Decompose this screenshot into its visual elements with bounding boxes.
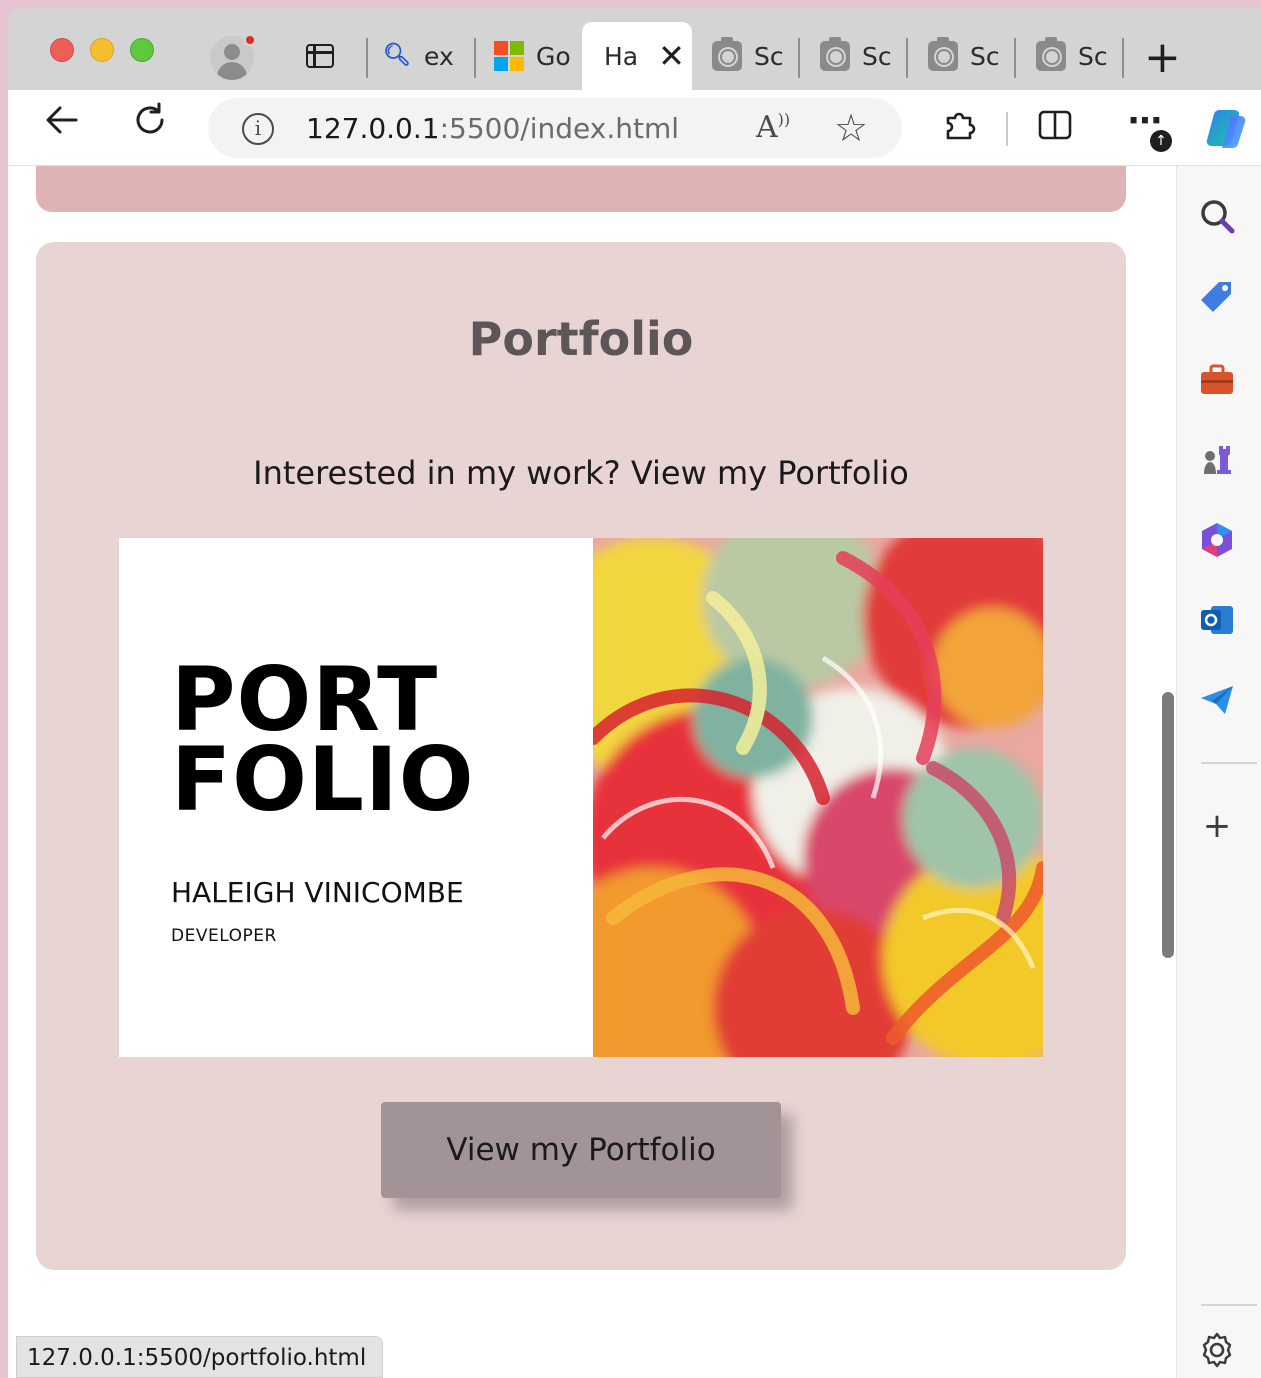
new-tab-button[interactable]: +	[1144, 36, 1181, 80]
camera-icon	[820, 37, 850, 71]
site-info-icon[interactable]: i	[242, 113, 274, 145]
address-bar[interactable]: i 127.0.0.1:5500/index.html A)) ☆	[208, 98, 902, 158]
tab-title: Sc	[754, 41, 784, 71]
camera-icon	[712, 37, 742, 71]
tab-screenshot-2[interactable]: Sc	[820, 22, 906, 90]
tab-strip: 🔍︎ ex Go Ha ✕ Sc Sc Sc Sc +	[8, 8, 1261, 90]
tab-screenshot-4[interactable]: Sc	[1036, 22, 1122, 90]
camera-icon	[928, 37, 958, 71]
page-viewport: Portfolio Interested in my work? View my…	[16, 166, 1176, 1378]
microsoft-logo-icon	[494, 41, 524, 71]
add-sidebar-app-icon[interactable]: +	[1197, 806, 1237, 846]
settings-gear-icon[interactable]	[1197, 1330, 1237, 1370]
microsoft365-icon[interactable]	[1197, 520, 1237, 560]
split-screen-icon[interactable]	[1038, 110, 1072, 147]
tab-title: Ha	[604, 41, 639, 71]
tools-briefcase-icon[interactable]	[1197, 360, 1237, 400]
tab-active[interactable]: Ha ✕	[582, 22, 692, 90]
outlook-icon[interactable]	[1197, 600, 1237, 640]
close-tab-icon[interactable]: ✕	[658, 40, 685, 72]
section-subtitle: Interested in my work? View my Portfolio	[253, 454, 909, 492]
page-scrollbar[interactable]	[1162, 692, 1174, 958]
view-portfolio-button[interactable]: View my Portfolio	[381, 1102, 781, 1198]
browser-window: 🔍︎ ex Go Ha ✕ Sc Sc Sc Sc + i 127.0.0.1:…	[8, 8, 1261, 1378]
minimize-window-button[interactable]	[90, 38, 114, 62]
address-url[interactable]: 127.0.0.1:5500/index.html	[306, 112, 679, 145]
tab-go[interactable]: Go	[494, 22, 580, 90]
portfolio-cover-image[interactable]: PORT FOLIO HALEIGH VINICOMBE DEVELOPER	[119, 538, 1043, 1057]
tab-title: Sc	[970, 41, 1000, 71]
cover-name: HALEIGH VINICOMBE	[171, 876, 464, 909]
abstract-painting	[593, 538, 1043, 1057]
section-title: Portfolio	[468, 312, 694, 366]
send-plane-icon[interactable]	[1197, 680, 1237, 720]
search-icon: 🔍︎	[383, 43, 411, 68]
tab-screenshot-1[interactable]: Sc	[712, 22, 798, 90]
favorite-star-icon[interactable]: ☆	[834, 106, 868, 150]
tab-title: Go	[536, 41, 571, 71]
zoom-window-button[interactable]	[130, 38, 154, 62]
shopping-tag-icon[interactable]	[1197, 278, 1237, 318]
profile-notification-dot	[244, 34, 256, 46]
close-window-button[interactable]	[50, 38, 74, 62]
previous-section	[36, 166, 1126, 212]
extensions-puzzle-icon[interactable]	[942, 108, 976, 149]
games-chess-icon[interactable]	[1197, 440, 1237, 480]
tab-title: ex	[424, 41, 454, 71]
tab-actions-icon[interactable]	[306, 44, 334, 68]
camera-icon	[1036, 37, 1066, 71]
refresh-icon[interactable]	[132, 102, 168, 145]
update-badge-icon: ↑	[1150, 130, 1172, 152]
portfolio-section: Portfolio Interested in my work? View my…	[36, 242, 1126, 1270]
status-bar-link-preview: 127.0.0.1:5500/portfolio.html	[16, 1336, 384, 1378]
tab-search[interactable]: 🔍︎ ex	[382, 22, 474, 90]
search-icon[interactable]	[1197, 196, 1237, 236]
tab-title: Sc	[862, 41, 892, 71]
cover-role: DEVELOPER	[171, 926, 277, 946]
copilot-icon[interactable]	[1204, 108, 1248, 148]
back-arrow-icon[interactable]	[44, 102, 80, 145]
read-aloud-icon[interactable]: A))	[756, 110, 790, 145]
tab-title: Sc	[1078, 41, 1108, 71]
tab-screenshot-3[interactable]: Sc	[928, 22, 1014, 90]
edge-sidebar: +	[1176, 166, 1261, 1378]
toolbar: i 127.0.0.1:5500/index.html A)) ☆ ⋯ ↑	[8, 90, 1261, 166]
cover-title: PORT FOLIO	[171, 648, 475, 831]
